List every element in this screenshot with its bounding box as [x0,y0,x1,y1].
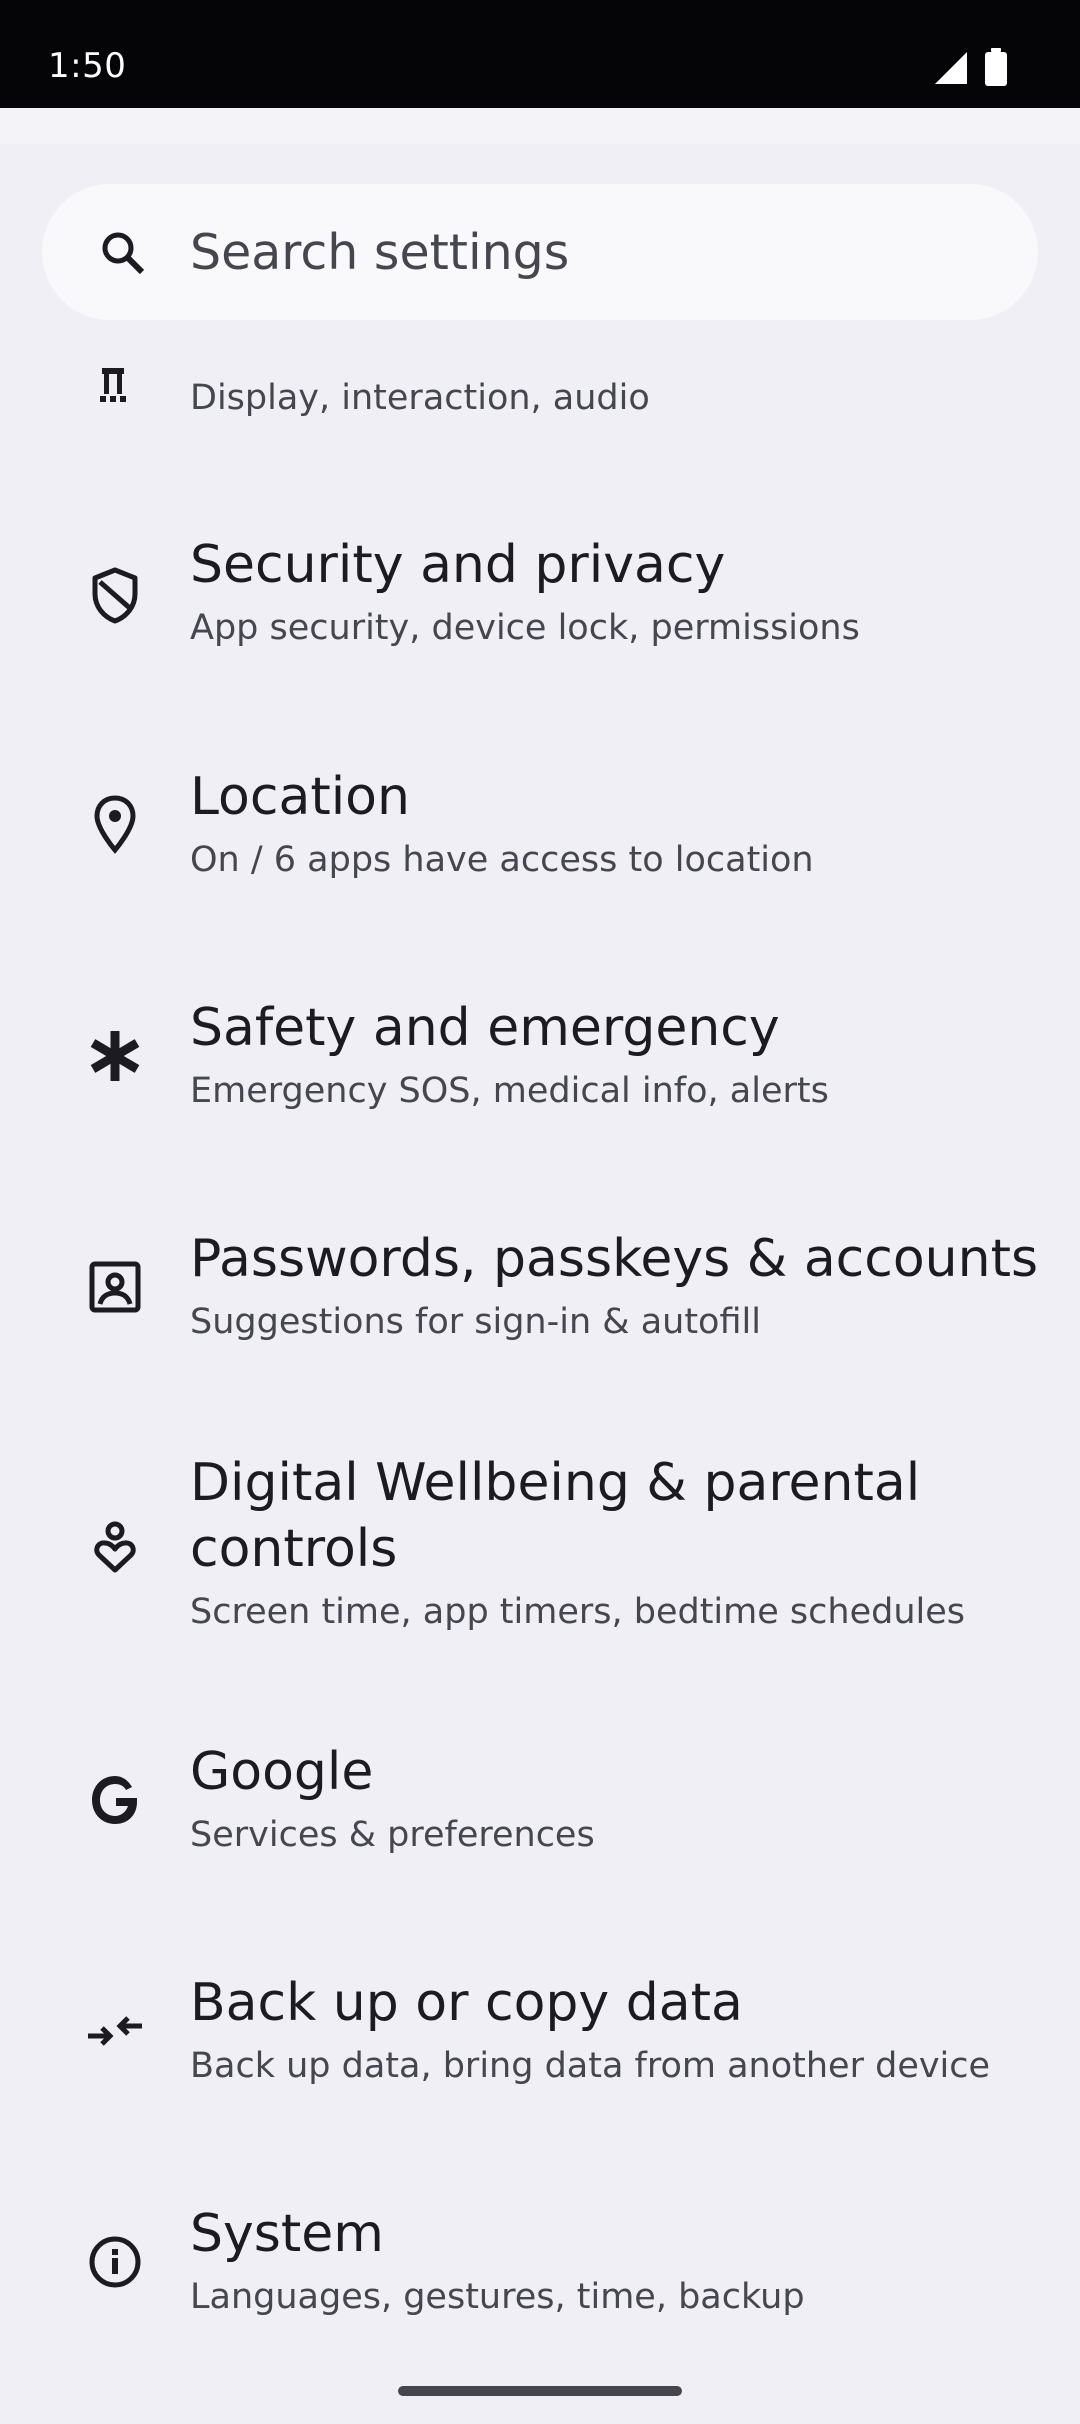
settings-item-subtitle: Back up data, bring data from another de… [190,2046,991,2086]
settings-item-accessibility[interactable]: Display, interaction, audio [0,330,1080,480]
search-input[interactable]: Search settings [190,224,569,281]
settings-item-safety-emergency[interactable]: Safety and emergency Emergency SOS, medi… [0,983,1080,1173]
google-icon [92,1776,137,1824]
settings-item-subtitle: Emergency SOS, medical info, alerts [190,1071,829,1111]
settings-item-title: Safety and emergency [190,998,780,1058]
settings-item-system[interactable]: System Languages, gestures, time, backup [0,2189,1080,2379]
settings-item-title: Security and privacy [190,535,726,595]
shield-icon [92,567,138,624]
settings-item-subtitle: Languages, gestures, time, backup [190,2277,805,2317]
settings-item-title: Location [190,767,410,827]
settings-item-title-line2: controls [190,1519,398,1579]
location-pin-icon [94,795,136,854]
settings-item-subtitle: Suggestions for sign-in & autofill [190,1302,761,1342]
asterisk-icon [90,1031,140,1081]
settings-list: Display, interaction, audio Security and… [0,0,1080,2424]
settings-item-subtitle: Display, interaction, audio [190,378,650,418]
settings-item-subtitle: Screen time, app timers, bedtime schedul… [190,1592,965,1632]
search-icon [102,232,145,275]
backup-arrows-icon [88,2016,142,2046]
settings-item-location[interactable]: Location On / 6 apps have access to loca… [0,752,1080,942]
wellbeing-icon [94,1521,136,1573]
settings-item-subtitle: On / 6 apps have access to location [190,840,814,880]
settings-item-google[interactable]: Google Services & preferences [0,1727,1080,1917]
settings-item-passwords-accounts[interactable]: Passwords, passkeys & accounts Suggestio… [0,1214,1080,1404]
search-bar[interactable]: Search settings [42,184,1038,320]
info-icon [89,2236,141,2288]
settings-item-subtitle: App security, device lock, permissions [190,608,860,648]
account-box-icon [89,1261,141,1313]
settings-item-digital-wellbeing[interactable]: Digital Wellbeing & parental controls Sc… [0,1440,1080,1650]
settings-item-security-privacy[interactable]: Security and privacy App security, devic… [0,520,1080,710]
settings-item-title: Passwords, passkeys & accounts [190,1229,1039,1289]
settings-item-backup-copy-data[interactable]: Back up or copy data Back up data, bring… [0,1958,1080,2148]
accessibility-icon [100,368,126,402]
settings-item-title: System [190,2204,384,2264]
settings-item-title-line1: Digital Wellbeing & parental [190,1453,921,1513]
settings-item-title: Google [190,1742,374,1802]
settings-item-title: Back up or copy data [190,1973,743,2033]
home-indicator[interactable] [398,2386,682,2396]
settings-item-subtitle: Services & preferences [190,1815,595,1855]
